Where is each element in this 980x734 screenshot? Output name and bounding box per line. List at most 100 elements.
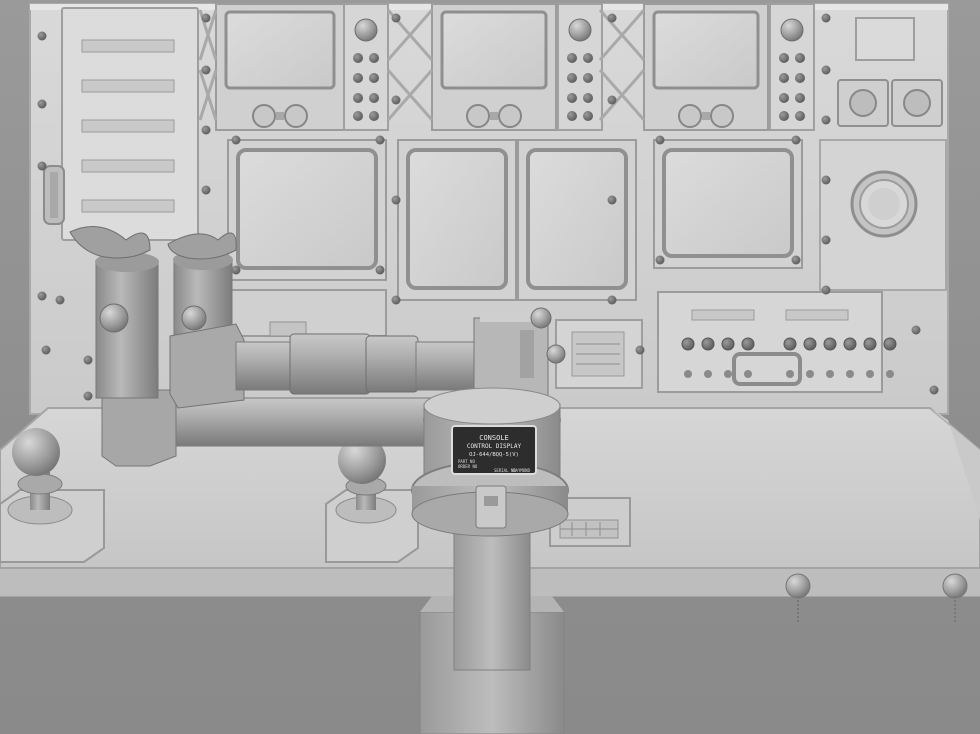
- bolt: [607, 95, 617, 105]
- bolt: [391, 195, 401, 205]
- bolt: [41, 345, 51, 355]
- nameplate-line2: CONTROL DISPLAY: [467, 443, 522, 450]
- bolt: [375, 135, 385, 145]
- bolt: [821, 65, 831, 75]
- panel-toggle: [724, 370, 732, 378]
- bolt: [231, 265, 241, 275]
- console-scene: CONSOLE CONTROL DISPLAY OJ-644/BQQ-5(V) …: [0, 3, 980, 734]
- bolt: [607, 13, 617, 23]
- bolt: [231, 135, 241, 145]
- panel-knob: [741, 337, 755, 351]
- nameplate-footer: RAYMOND: [513, 468, 530, 473]
- panel-knob: [681, 337, 695, 351]
- panel-toggle: [886, 370, 894, 378]
- center-vent-panel: [555, 319, 643, 389]
- chain-pin-left: [785, 573, 811, 622]
- bolt: [375, 265, 385, 275]
- toggle-knob: [353, 111, 363, 121]
- toggle-knob: [795, 111, 805, 121]
- toggle-knob: [583, 73, 593, 83]
- bolt: [37, 161, 47, 171]
- bolt: [821, 285, 831, 295]
- panel-toggle: [704, 370, 712, 378]
- bolt: [201, 65, 211, 75]
- toggle-knob: [369, 73, 379, 83]
- bolt: [821, 235, 831, 245]
- panel-toggle: [806, 370, 814, 378]
- panel-knob: [863, 337, 877, 351]
- vent-slot: [81, 119, 175, 133]
- vent-slot: [81, 79, 175, 93]
- panel-knob: [783, 337, 797, 351]
- toggle-knob: [567, 111, 577, 121]
- round-port: [819, 139, 947, 291]
- toggle-knob: [353, 53, 363, 63]
- vent-slot: [81, 199, 175, 213]
- bolt: [607, 195, 617, 205]
- dial-gauge: [678, 104, 702, 128]
- panel-knob: [701, 337, 715, 351]
- panel-knob: [823, 337, 837, 351]
- bolt: [635, 345, 645, 355]
- upper-display-screen: [224, 10, 336, 90]
- lower-display-screen: [662, 148, 794, 258]
- nameplate: CONSOLE CONTROL DISPLAY OJ-644/BQQ-5(V) …: [451, 425, 537, 475]
- side-handle: [43, 165, 65, 225]
- panel-toggle: [826, 370, 834, 378]
- vent-slot: [81, 39, 175, 53]
- rotary-knob: [780, 18, 804, 42]
- toggle-knob: [369, 111, 379, 121]
- toggle-knob: [795, 93, 805, 103]
- panel-toggle: [684, 370, 692, 378]
- panel-knob: [721, 337, 735, 351]
- rotary-knob: [568, 18, 592, 42]
- upper-display-screen: [652, 10, 760, 90]
- toggle-knob: [779, 111, 789, 121]
- dial-gauge: [710, 104, 734, 128]
- lower-left-plate: [227, 289, 387, 337]
- dial-gauge: [466, 104, 490, 128]
- dial-gauge: [284, 104, 308, 128]
- bolt: [607, 295, 617, 305]
- panel-knob: [883, 337, 897, 351]
- bolt: [55, 295, 65, 305]
- toggle-knob: [583, 93, 593, 103]
- vent-slot: [81, 159, 175, 173]
- toggle-knob: [567, 93, 577, 103]
- nameplate-line1: CONSOLE: [479, 434, 509, 442]
- panel-toggle: [866, 370, 874, 378]
- switch-panel: [657, 291, 897, 393]
- bolt: [391, 95, 401, 105]
- lower-display-screen: [526, 148, 628, 290]
- bolt: [391, 295, 401, 305]
- panel-toggle: [786, 370, 794, 378]
- toggle-knob: [353, 73, 363, 83]
- bolt: [821, 175, 831, 185]
- panel-toggle: [846, 370, 854, 378]
- bolt: [791, 255, 801, 265]
- lower-display-screen: [406, 148, 508, 290]
- bolt: [83, 355, 93, 365]
- panel-knob: [843, 337, 857, 351]
- panel-toggle: [744, 370, 752, 378]
- toggle-knob: [583, 111, 593, 121]
- bolt: [821, 13, 831, 23]
- dial-gauge: [252, 104, 276, 128]
- toggle-knob: [779, 93, 789, 103]
- dial-center-block: [276, 112, 284, 120]
- bolt: [655, 255, 665, 265]
- panel-knob: [803, 337, 817, 351]
- bolt: [791, 135, 801, 145]
- rotary-knob: [354, 18, 378, 42]
- lower-display-screen: [236, 148, 378, 270]
- toggle-knob: [795, 73, 805, 83]
- bolt: [655, 135, 665, 145]
- nameplate-model: OJ-644/BQQ-5(V): [469, 452, 519, 458]
- bolt: [929, 385, 939, 395]
- toggle-knob: [795, 53, 805, 63]
- bolt: [83, 391, 93, 401]
- toggle-knob: [583, 53, 593, 63]
- upper-display-row: [215, 3, 769, 131]
- nameplate-row-order: ORDER NO: [458, 464, 478, 469]
- bolt: [911, 325, 921, 335]
